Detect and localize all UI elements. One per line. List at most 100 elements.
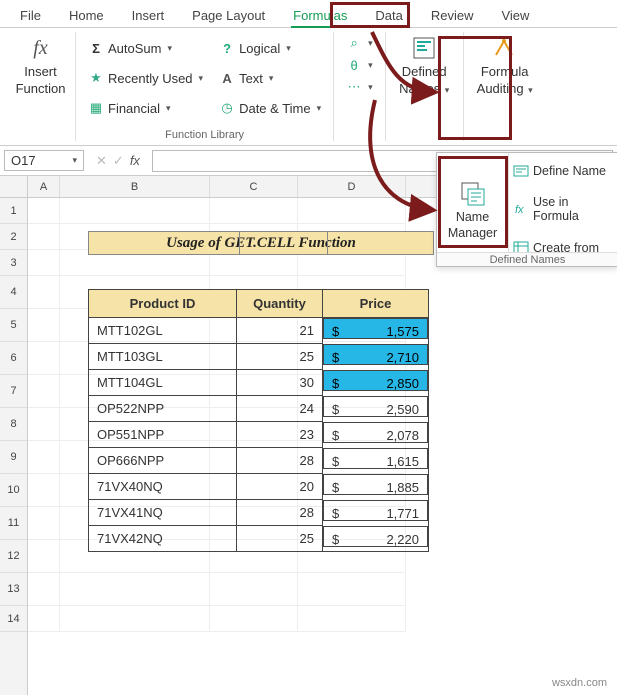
- table-row[interactable]: 71VX41NQ28$1,771: [89, 500, 429, 526]
- cell-price[interactable]: $1,771: [323, 500, 428, 521]
- table-row[interactable]: 71VX42NQ25$2,220: [89, 526, 429, 552]
- row-header[interactable]: 6: [0, 342, 27, 375]
- table-row[interactable]: OP551NPP23$2,078: [89, 422, 429, 448]
- use-in-formula-button[interactable]: fx Use in Formula: [513, 195, 613, 223]
- logical-button[interactable]: ? Logical▾: [215, 34, 325, 62]
- defined-names-button[interactable]: Defined Names ▾: [395, 32, 453, 98]
- cell-quantity[interactable]: 24: [237, 396, 323, 422]
- tab-formulas[interactable]: Formulas: [281, 4, 359, 27]
- recently-used-button[interactable]: ★ Recently Used ▾: [84, 64, 207, 92]
- cell-quantity[interactable]: 28: [237, 500, 323, 526]
- col-header[interactable]: B: [60, 176, 210, 197]
- watermark: wsxdn.com: [552, 677, 607, 689]
- tab-data[interactable]: Data: [363, 4, 414, 27]
- row-header[interactable]: 13: [0, 573, 27, 606]
- define-name-button[interactable]: Define Name: [513, 163, 613, 179]
- row-header[interactable]: 7: [0, 375, 27, 408]
- cell-product-id[interactable]: MTT104GL: [89, 370, 237, 396]
- svg-text:fx: fx: [515, 204, 524, 216]
- cell-quantity[interactable]: 30: [237, 370, 323, 396]
- chevron-down-icon: ▾: [269, 73, 274, 84]
- define-name-icon: [513, 163, 529, 179]
- cancel-icon[interactable]: ✕: [96, 153, 107, 169]
- row-header[interactable]: 3: [0, 250, 27, 276]
- row-header[interactable]: 11: [0, 507, 27, 540]
- cell-quantity[interactable]: 20: [237, 474, 323, 500]
- row-header[interactable]: 9: [0, 441, 27, 474]
- cell-quantity[interactable]: 21: [237, 318, 323, 344]
- more-functions-button[interactable]: ⋯▾: [342, 78, 377, 96]
- theta-icon: θ: [346, 57, 362, 73]
- cell-product-id[interactable]: MTT103GL: [89, 344, 237, 370]
- cell-product-id[interactable]: OP522NPP: [89, 396, 237, 422]
- cell-product-id[interactable]: OP666NPP: [89, 448, 237, 474]
- recent-icon: ★: [88, 70, 104, 86]
- cell-quantity[interactable]: 25: [237, 526, 323, 552]
- row-header[interactable]: 4: [0, 276, 27, 309]
- tab-page-layout[interactable]: Page Layout: [180, 4, 277, 27]
- cell-price[interactable]: $1,885: [323, 474, 428, 495]
- col-header[interactable]: C: [210, 176, 298, 197]
- cell-product-id[interactable]: 71VX40NQ: [89, 474, 237, 500]
- cell-price[interactable]: $2,850: [323, 370, 428, 391]
- autosum-button[interactable]: Σ AutoSum▾: [84, 34, 207, 62]
- insert-function-label1: Insert: [24, 64, 57, 79]
- name-manager-label1: Name: [456, 210, 489, 224]
- row-header[interactable]: 8: [0, 408, 27, 441]
- row-header[interactable]: 12: [0, 540, 27, 573]
- cell-quantity[interactable]: 28: [237, 448, 323, 474]
- use-in-formula-label: Use in Formula: [533, 195, 613, 223]
- fx-icon[interactable]: fx: [130, 153, 140, 168]
- table-row[interactable]: 71VX40NQ20$1,885: [89, 474, 429, 500]
- col-header[interactable]: D: [298, 176, 406, 197]
- text-button[interactable]: A Text▾: [215, 64, 325, 92]
- table-row[interactable]: OP522NPP24$2,590: [89, 396, 429, 422]
- enter-icon[interactable]: ✓: [113, 153, 124, 169]
- cell-price[interactable]: $2,220: [323, 526, 428, 547]
- table-row[interactable]: OP666NPP28$1,615: [89, 448, 429, 474]
- cell-price[interactable]: $1,575: [323, 318, 428, 339]
- name-manager-button[interactable]: Name Manager: [448, 180, 497, 240]
- tab-home[interactable]: Home: [57, 4, 116, 27]
- defined-names-label2: Names: [399, 81, 440, 96]
- tab-review[interactable]: Review: [419, 4, 486, 27]
- cell-product-id[interactable]: 71VX42NQ: [89, 526, 237, 552]
- page-title: Usage of GET.CELL Function: [88, 231, 434, 255]
- formula-bar-controls: ✕ ✓ fx: [88, 153, 148, 169]
- chevron-down-icon[interactable]: ▾: [72, 155, 77, 166]
- cell-product-id[interactable]: 71VX41NQ: [89, 500, 237, 526]
- chevron-down-icon: ▾: [199, 73, 204, 84]
- lookup-ref-button[interactable]: ⌕▾: [342, 34, 377, 52]
- date-time-label: Date & Time: [239, 101, 311, 116]
- tab-view[interactable]: View: [489, 4, 541, 27]
- insert-function-button[interactable]: fx Insert Function: [12, 32, 70, 98]
- cell-price[interactable]: $1,615: [323, 448, 428, 469]
- select-all-corner[interactable]: [0, 176, 27, 198]
- table-row[interactable]: MTT103GL25$2,710: [89, 344, 429, 370]
- financial-button[interactable]: ▦ Financial▾: [84, 94, 207, 122]
- insert-function-label2: Function: [16, 81, 66, 96]
- table-row[interactable]: MTT102GL21$1,575: [89, 318, 429, 344]
- cell-quantity[interactable]: 23: [237, 422, 323, 448]
- cell-product-id[interactable]: MTT102GL: [89, 318, 237, 344]
- name-box[interactable]: O17 ▾: [4, 150, 84, 171]
- cell-price[interactable]: $2,590: [323, 396, 428, 417]
- tab-insert[interactable]: Insert: [120, 4, 177, 27]
- col-header[interactable]: A: [28, 176, 60, 197]
- date-time-button[interactable]: ◷ Date & Time▾: [215, 94, 325, 122]
- cell-quantity[interactable]: 25: [237, 344, 323, 370]
- cell-price[interactable]: $2,710: [323, 344, 428, 365]
- row-header[interactable]: 14: [0, 606, 27, 632]
- row-header[interactable]: 2: [0, 224, 27, 250]
- row-header[interactable]: 1: [0, 198, 27, 224]
- tab-file[interactable]: File: [8, 4, 53, 27]
- table-row[interactable]: MTT104GL30$2,850: [89, 370, 429, 396]
- row-header[interactable]: 5: [0, 309, 27, 342]
- math-trig-button[interactable]: θ▾: [342, 56, 377, 74]
- row-header[interactable]: 10: [0, 474, 27, 507]
- cell-price[interactable]: $2,078: [323, 422, 428, 443]
- cell-product-id[interactable]: OP551NPP: [89, 422, 237, 448]
- formula-auditing-button[interactable]: Formula Auditing ▾: [473, 32, 537, 98]
- cell-reference: O17: [11, 153, 36, 168]
- recently-used-label: Recently Used: [108, 71, 193, 86]
